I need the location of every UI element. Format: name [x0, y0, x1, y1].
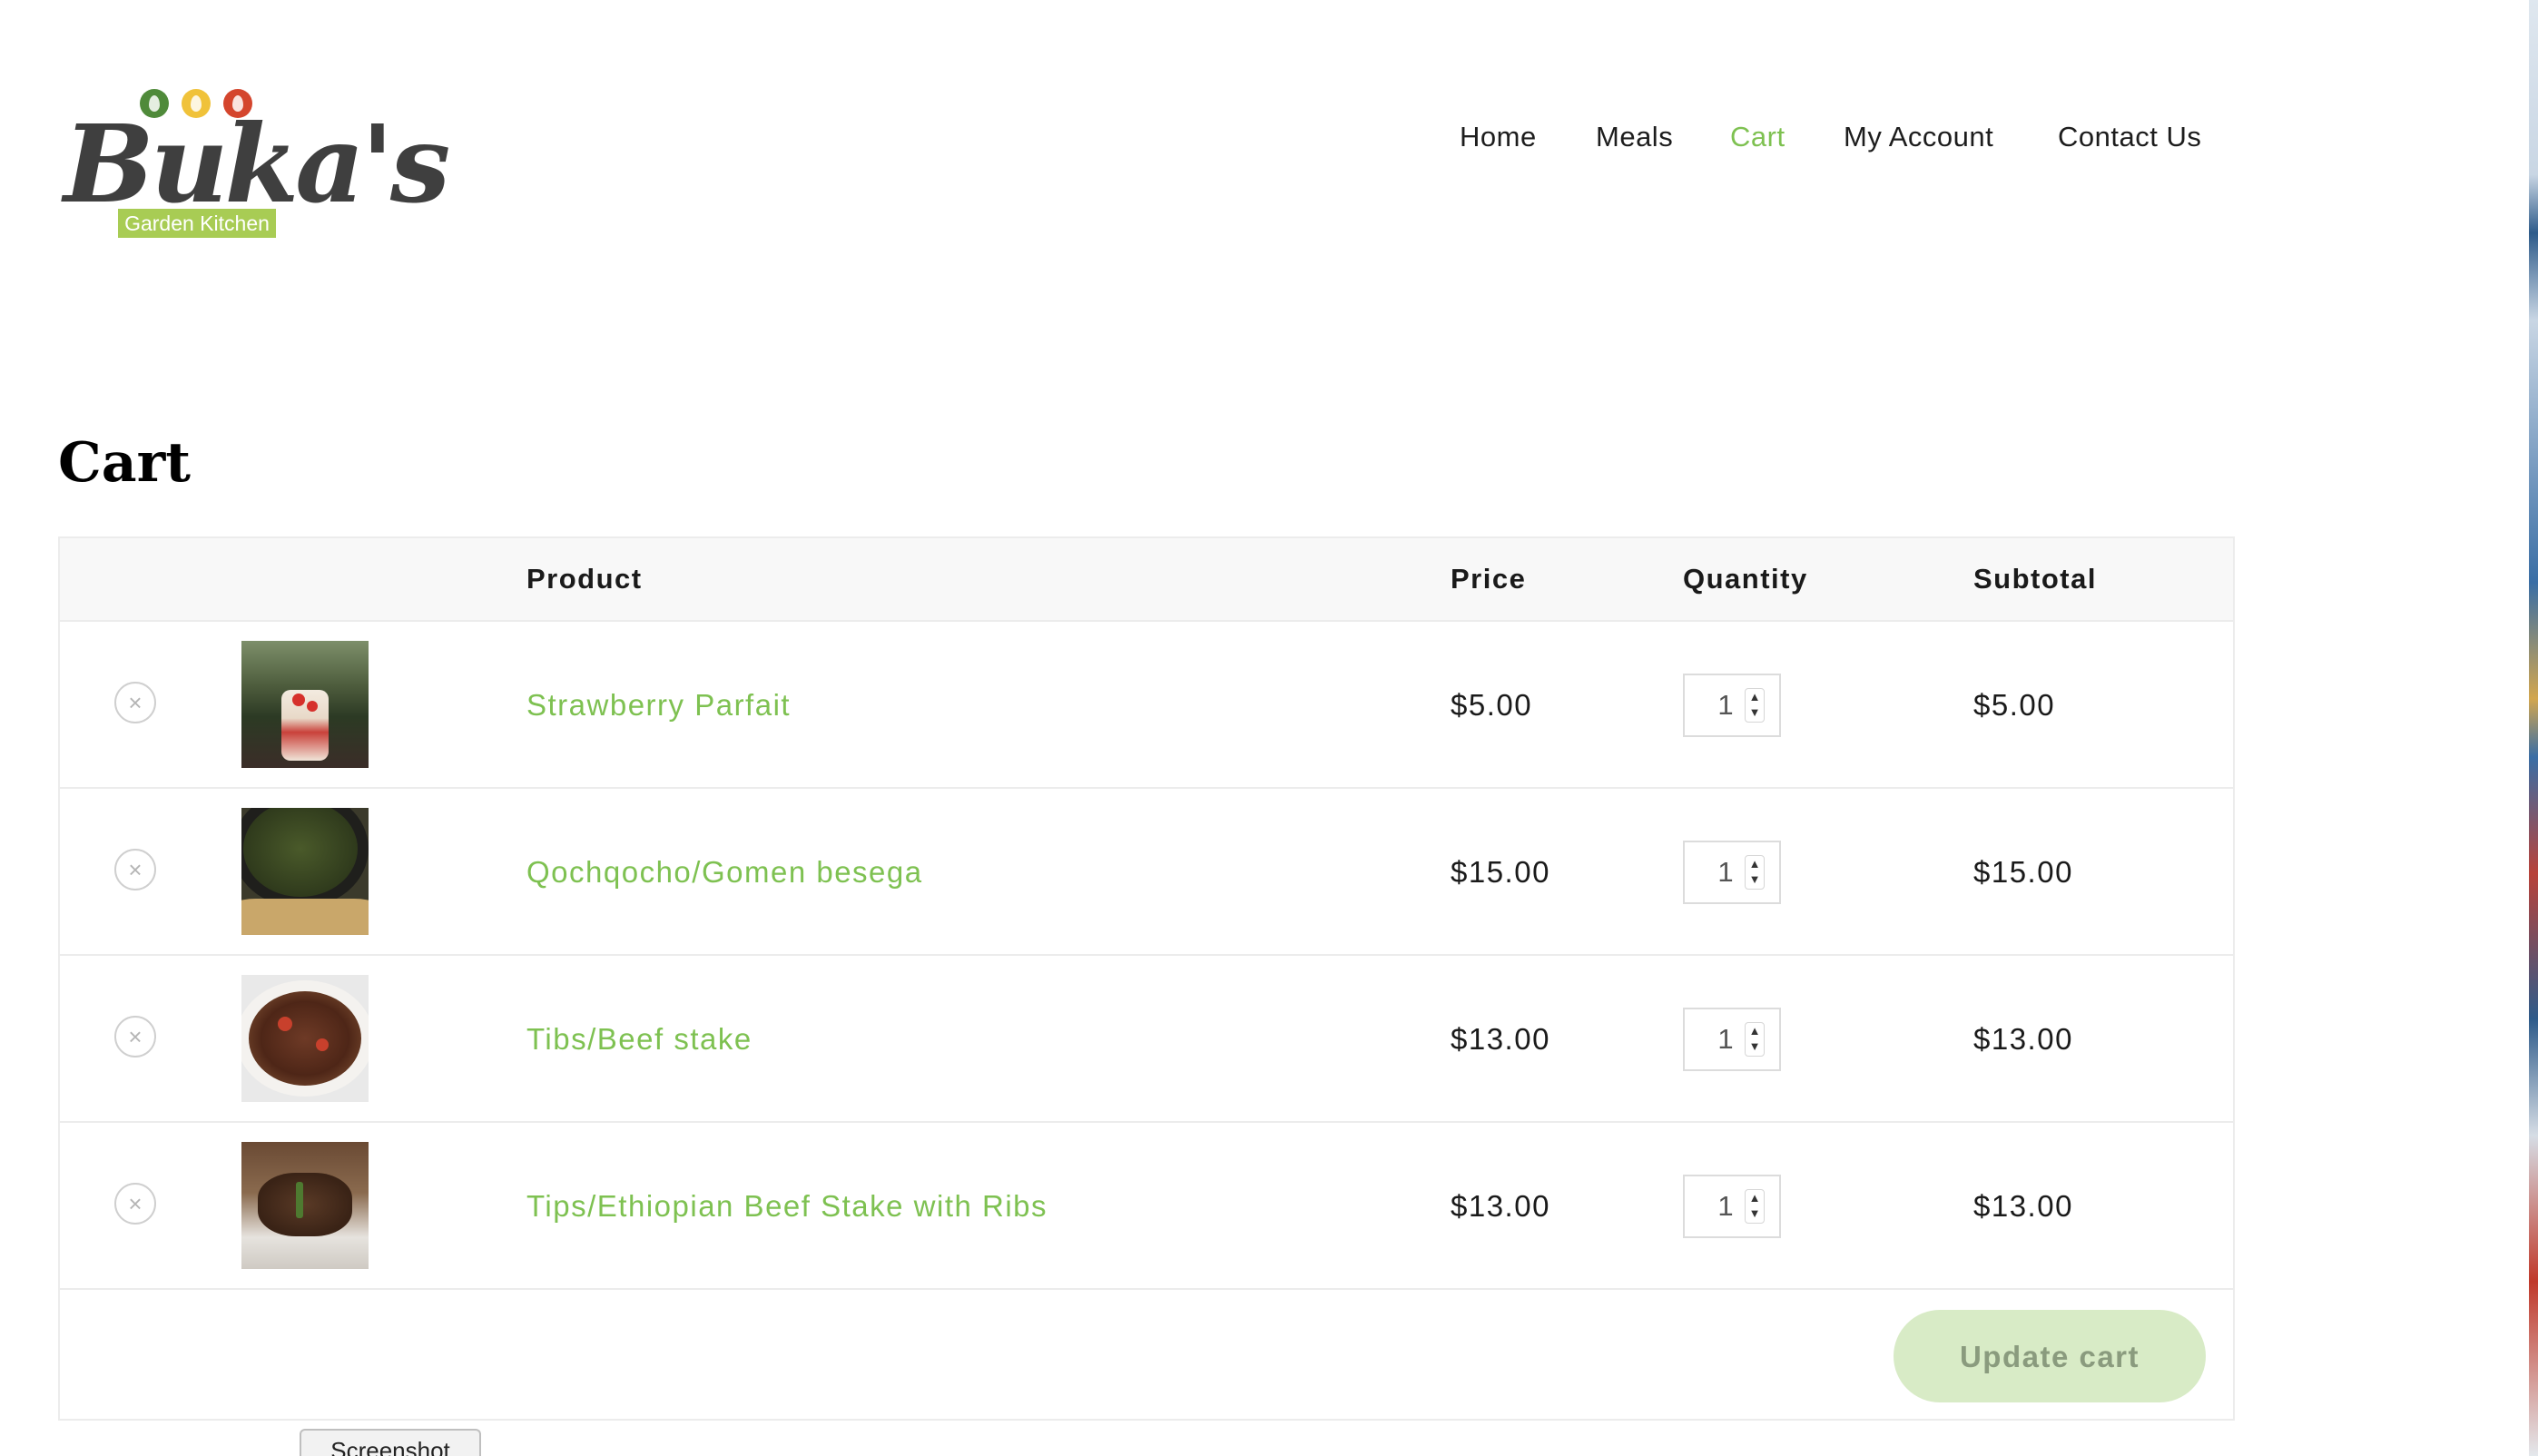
quantity-spin-icon[interactable]: ▲ ▼ [1745, 1022, 1765, 1057]
quantity-stepper[interactable]: 1 ▲ ▼ [1683, 1008, 1781, 1071]
quantity-spin-icon[interactable]: ▲ ▼ [1745, 855, 1765, 890]
product-link[interactable]: Qochqocho/Gomen besega [526, 789, 923, 956]
update-cart-button[interactable]: Update cart [1894, 1310, 2206, 1402]
window-edge-strip [2529, 0, 2538, 1456]
page-title: Cart [58, 431, 191, 495]
nav-meals[interactable]: Meals [1596, 116, 1673, 158]
quantity-value[interactable]: 1 [1712, 675, 1739, 735]
cart-row: × Tibs/Beef stake $13.00 1 ▲ ▼ $13.00 [60, 956, 2233, 1123]
quantity-stepper[interactable]: 1 ▲ ▼ [1683, 674, 1781, 737]
quantity-stepper[interactable]: 1 ▲ ▼ [1683, 1175, 1781, 1238]
item-price: $13.00 [1451, 1189, 1550, 1223]
cart-row: × Qochqocho/Gomen besega $15.00 1 ▲ ▼ $15… [60, 789, 2233, 956]
tibs-photo-icon[interactable] [241, 975, 369, 1102]
remove-item-button[interactable]: × [114, 1016, 156, 1058]
logo-tagline: Garden Kitchen [118, 209, 276, 238]
cart-table-header: Product Price Quantity Subtotal [60, 538, 2233, 622]
header-price: Price [1451, 563, 1527, 595]
nav-my-account[interactable]: My Account [1844, 116, 1993, 158]
quantity-spin-icon[interactable]: ▲ ▼ [1745, 688, 1765, 723]
product-link[interactable]: Tips/Ethiopian Beef Stake with Ribs [526, 1123, 1048, 1290]
cart-row: × Strawberry Parfait $5.00 1 ▲ ▼ $5.00 [60, 622, 2233, 789]
logo-wordmark: Buka's [64, 101, 450, 227]
ribs-photo-icon[interactable] [241, 1142, 369, 1269]
header-quantity: Quantity [1683, 563, 1808, 595]
item-subtotal: $15.00 [1973, 855, 2073, 889]
site-logo[interactable]: Buka's Garden Kitchen [64, 84, 450, 247]
remove-item-button[interactable]: × [114, 682, 156, 723]
quantity-spin-icon[interactable]: ▲ ▼ [1745, 1189, 1765, 1224]
quantity-value[interactable]: 1 [1712, 1176, 1739, 1236]
item-price: $5.00 [1451, 688, 1533, 722]
remove-item-button[interactable]: × [114, 1183, 156, 1225]
product-link[interactable]: Tibs/Beef stake [526, 956, 753, 1123]
item-price: $13.00 [1451, 1022, 1550, 1056]
cart-page: Buka's Garden Kitchen Home Meals Cart My… [0, 0, 2538, 1456]
cart-actions: Update cart [60, 1290, 2233, 1421]
cart-table: Product Price Quantity Subtotal × Strawb… [58, 536, 2235, 1421]
quantity-stepper[interactable]: 1 ▲ ▼ [1683, 841, 1781, 904]
product-link[interactable]: Strawberry Parfait [526, 622, 791, 789]
item-subtotal: $13.00 [1973, 1189, 2073, 1223]
quantity-value[interactable]: 1 [1712, 842, 1739, 902]
header-subtotal: Subtotal [1973, 563, 2097, 595]
item-subtotal: $5.00 [1973, 688, 2056, 722]
nav-cart[interactable]: Cart [1730, 116, 1785, 158]
parfait-photo-icon[interactable] [241, 641, 369, 768]
nav-contact-us[interactable]: Contact Us [2058, 116, 2201, 158]
quantity-value[interactable]: 1 [1712, 1009, 1739, 1069]
nav-home[interactable]: Home [1460, 116, 1537, 158]
header-product: Product [526, 563, 643, 595]
item-price: $15.00 [1451, 855, 1550, 889]
item-subtotal: $13.00 [1973, 1022, 2073, 1056]
gomen-photo-icon[interactable] [241, 808, 369, 935]
remove-item-button[interactable]: × [114, 849, 156, 890]
screenshot-tab[interactable]: Screenshot [300, 1429, 481, 1456]
cart-row: × Tips/Ethiopian Beef Stake with Ribs $1… [60, 1123, 2233, 1290]
